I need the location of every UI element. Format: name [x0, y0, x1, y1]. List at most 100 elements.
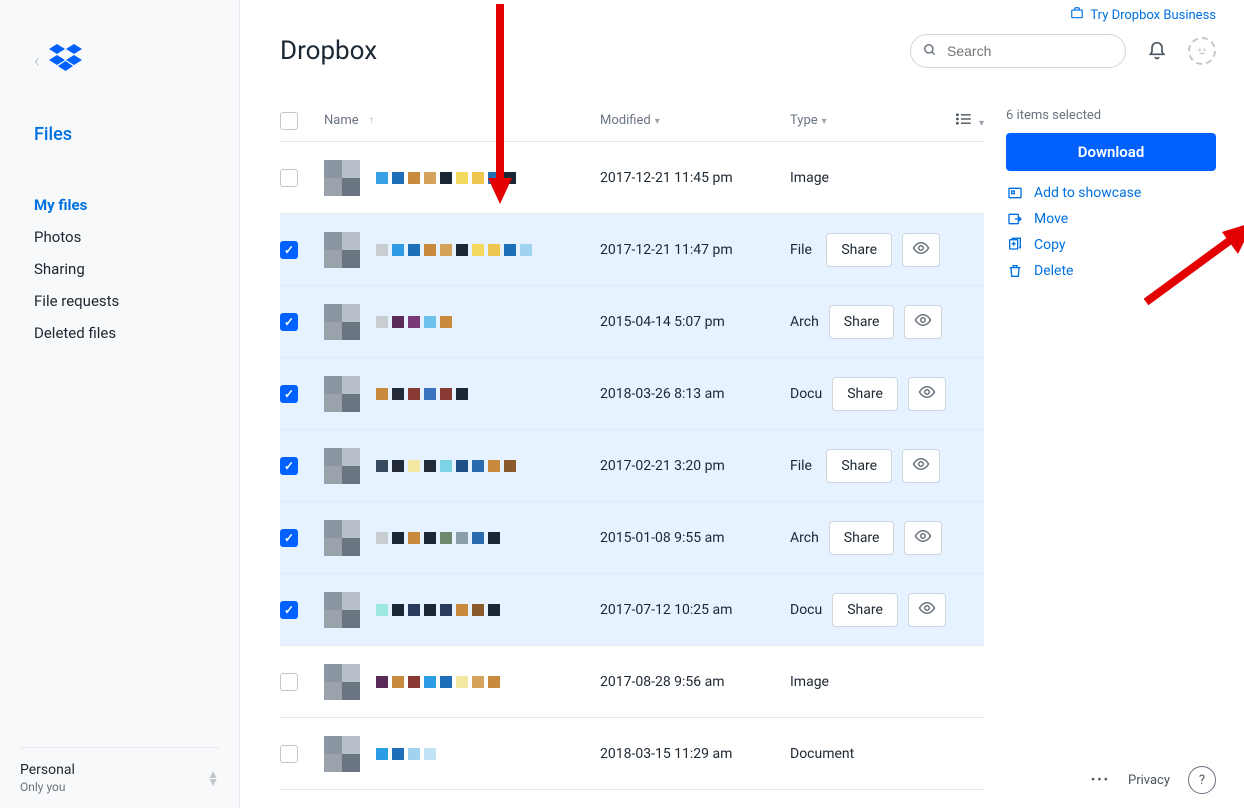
- account-switcher[interactable]: Personal Only you ▲▼: [20, 747, 219, 794]
- privacy-link[interactable]: Privacy: [1128, 773, 1170, 788]
- sidebar-item-photos[interactable]: Photos: [34, 221, 211, 253]
- notifications-icon[interactable]: [1144, 38, 1170, 64]
- preview-button[interactable]: [904, 521, 942, 555]
- file-thumbnail: [324, 232, 360, 268]
- row-checkbox[interactable]: [280, 313, 298, 331]
- sidebar-item-my-files[interactable]: My files: [34, 189, 211, 221]
- table-header: Name↑ Modified▾ Type▾ ▾: [280, 100, 984, 142]
- preview-button[interactable]: [908, 377, 946, 411]
- file-name-censored: [376, 172, 516, 184]
- action-copy[interactable]: Copy: [1006, 237, 1216, 253]
- table-row[interactable]: 2015-01-08 9:55 amArchShare: [280, 502, 984, 574]
- sidebar-nav: My filesPhotosSharingFile requestsDelete…: [34, 189, 211, 349]
- file-name-censored: [376, 532, 500, 544]
- account-scope: Only you: [20, 780, 75, 794]
- updown-icon: ▲▼: [207, 770, 219, 786]
- share-button[interactable]: Share: [832, 377, 898, 411]
- briefcase-icon: [1070, 6, 1084, 24]
- table-row[interactable]: 2017-12-21 11:47 pmFileShare: [280, 214, 984, 286]
- footer: ••• Privacy ?: [1091, 766, 1216, 794]
- type-cell: Document: [790, 746, 940, 762]
- help-icon[interactable]: ?: [1188, 766, 1216, 794]
- eye-icon: [912, 455, 930, 477]
- file-name-censored: [376, 676, 500, 688]
- column-modified[interactable]: Modified▾: [600, 113, 790, 128]
- preview-button[interactable]: [902, 449, 940, 483]
- type-cell: Image: [790, 170, 940, 186]
- share-button[interactable]: Share: [826, 449, 892, 483]
- eye-icon: [914, 527, 932, 549]
- row-checkbox[interactable]: [280, 241, 298, 259]
- row-checkbox[interactable]: [280, 169, 298, 187]
- avatar[interactable]: [1188, 37, 1216, 65]
- file-thumbnail: [324, 520, 360, 556]
- column-name[interactable]: Name↑: [320, 113, 600, 128]
- share-button[interactable]: Share: [829, 521, 895, 555]
- row-checkbox[interactable]: [280, 529, 298, 547]
- caret-down-icon: ▾: [655, 116, 660, 127]
- search-box[interactable]: [910, 34, 1126, 68]
- search-input[interactable]: [945, 42, 1130, 60]
- back-icon[interactable]: ‹: [34, 51, 39, 72]
- showcase-icon: [1006, 185, 1024, 201]
- eye-icon: [918, 599, 936, 621]
- main-panel: Try Dropbox Business Dropbox Name↑: [240, 0, 1244, 808]
- copy-icon: [1006, 237, 1024, 253]
- sidebar-item-sharing[interactable]: Sharing: [34, 253, 211, 285]
- account-name: Personal: [20, 762, 75, 778]
- table-row[interactable]: 2017-12-21 11:45 pmImage: [280, 142, 984, 214]
- type-cell: Image: [790, 674, 940, 690]
- share-button[interactable]: Share: [829, 305, 895, 339]
- share-button[interactable]: Share: [826, 233, 892, 267]
- caret-down-icon: ▾: [979, 118, 984, 129]
- preview-button[interactable]: [902, 233, 940, 267]
- type-cell: DocuShare: [790, 593, 940, 627]
- caret-down-icon: ▾: [822, 116, 827, 127]
- row-checkbox[interactable]: [280, 601, 298, 619]
- preview-button[interactable]: [904, 305, 942, 339]
- eye-icon: [914, 311, 932, 333]
- file-name-censored: [376, 244, 532, 256]
- table-row[interactable]: 2015-04-14 5:07 pmArchShare: [280, 286, 984, 358]
- selection-count: 6 items selected: [1006, 108, 1216, 123]
- file-name-censored: [376, 316, 452, 328]
- file-name-censored: [376, 460, 516, 472]
- table-row[interactable]: 2017-08-28 9:56 amImage: [280, 646, 984, 718]
- dropbox-logo-icon: [49, 44, 83, 78]
- sidebar-title[interactable]: Files: [34, 124, 211, 145]
- trash-icon: [1006, 263, 1024, 279]
- row-checkbox[interactable]: [280, 385, 298, 403]
- download-button[interactable]: Download: [1006, 133, 1216, 171]
- table-row[interactable]: 2017-02-21 3:20 pmFileShare: [280, 430, 984, 502]
- action-move[interactable]: Move: [1006, 211, 1216, 227]
- row-checkbox[interactable]: [280, 457, 298, 475]
- table-row[interactable]: 2018-03-26 8:13 amDocuShare: [280, 358, 984, 430]
- sidebar-item-file-requests[interactable]: File requests: [34, 285, 211, 317]
- file-thumbnail: [324, 592, 360, 628]
- file-thumbnail: [324, 376, 360, 412]
- action-add-to-showcase[interactable]: Add to showcase: [1006, 185, 1216, 201]
- action-delete[interactable]: Delete: [1006, 263, 1216, 279]
- modified-cell: 2018-03-26 8:13 am: [600, 386, 790, 402]
- file-name-censored: [376, 748, 436, 760]
- modified-cell: 2015-01-08 9:55 am: [600, 530, 790, 546]
- table-row[interactable]: 2018-03-15 11:29 amDocument: [280, 718, 984, 790]
- type-cell: ArchShare: [790, 305, 940, 339]
- row-checkbox[interactable]: [280, 673, 298, 691]
- preview-button[interactable]: [908, 593, 946, 627]
- table-row[interactable]: 2017-07-12 10:25 amDocuShare: [280, 574, 984, 646]
- share-button[interactable]: Share: [832, 593, 898, 627]
- file-thumbnail: [324, 304, 360, 340]
- select-all-checkbox[interactable]: [280, 112, 298, 130]
- modified-cell: 2015-04-14 5:07 pm: [600, 314, 790, 330]
- file-thumbnail: [324, 448, 360, 484]
- type-cell: FileShare: [790, 449, 940, 483]
- actions-panel: 6 items selected Download Add to showcas…: [1006, 108, 1216, 279]
- sidebar-item-deleted-files[interactable]: Deleted files: [34, 317, 211, 349]
- type-cell: FileShare: [790, 233, 940, 267]
- try-business-link[interactable]: Try Dropbox Business: [1070, 6, 1216, 24]
- row-checkbox[interactable]: [280, 745, 298, 763]
- more-icon[interactable]: •••: [1091, 773, 1110, 788]
- column-type[interactable]: Type▾: [790, 113, 940, 128]
- view-options[interactable]: ▾: [940, 112, 984, 130]
